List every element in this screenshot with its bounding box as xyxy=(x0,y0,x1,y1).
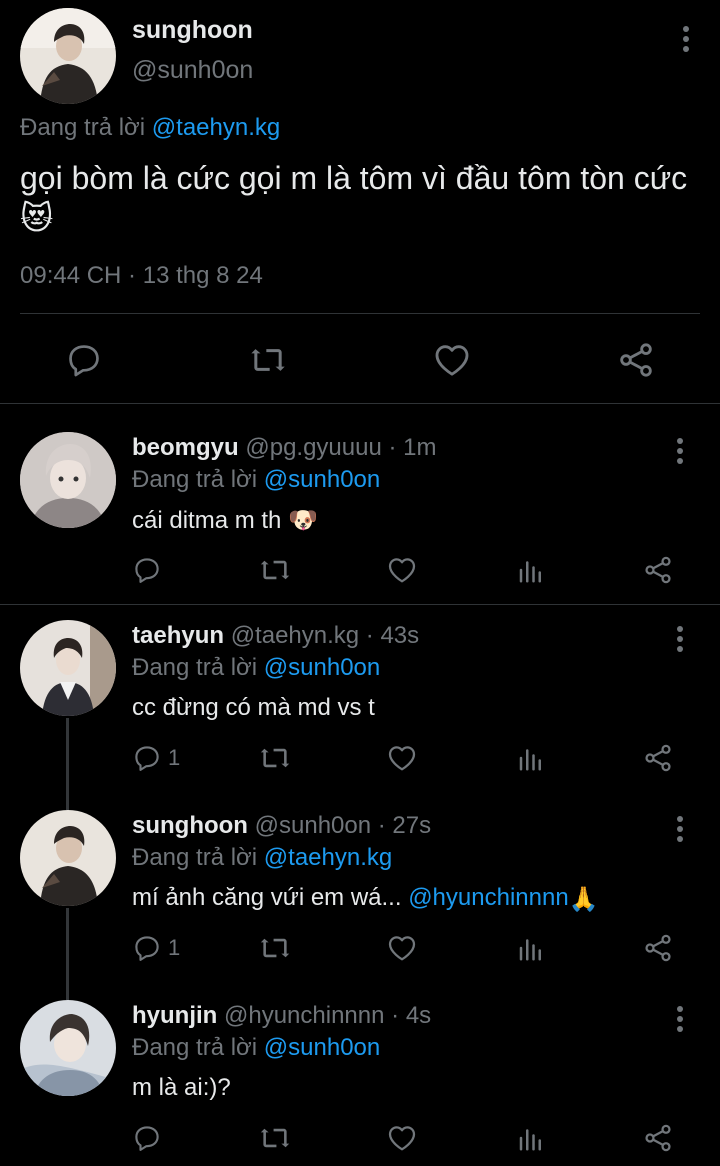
tweet-timestamp[interactable]: 09:44 CH · 13 thg 8 24 xyxy=(20,262,263,290)
reply-time[interactable]: · 4s xyxy=(391,1002,431,1029)
retweet-icon[interactable] xyxy=(258,740,292,776)
more-options-icon[interactable] xyxy=(676,626,684,652)
like-icon[interactable] xyxy=(386,1120,418,1156)
reply-header: taehyun @taehyn.kg · 43s xyxy=(132,622,419,650)
reply-time[interactable]: · 1m xyxy=(389,434,437,461)
avatar[interactable] xyxy=(20,8,116,104)
author-handle[interactable]: @pg.gyuuuu xyxy=(245,434,381,461)
author-handle[interactable]: @sunh0on xyxy=(132,56,253,85)
replying-to-link[interactable]: @taehyn.kg xyxy=(152,114,280,141)
reply-text: cc đừng có mà md vs t xyxy=(132,694,375,721)
reply-text: cái ditma m th 🐶 xyxy=(132,507,318,534)
avatar[interactable] xyxy=(20,432,116,528)
like-icon[interactable] xyxy=(430,338,474,382)
reply-text-body: mí ảnh căng vứi em wá... xyxy=(132,884,402,911)
like-icon[interactable] xyxy=(386,552,418,588)
author-name[interactable]: beomgyu xyxy=(132,434,239,461)
more-options-icon[interactable] xyxy=(676,1006,684,1032)
replying-to-link[interactable]: @sunh0on xyxy=(264,466,380,493)
replying-to: Đang trả lời @taehyn.kg xyxy=(20,114,280,142)
avatar-photo-hyunjin xyxy=(20,1000,116,1096)
retweet-icon[interactable] xyxy=(258,930,292,966)
replying-to-link[interactable]: @sunh0on xyxy=(264,654,380,681)
avatar[interactable] xyxy=(20,810,116,906)
reply-time[interactable]: · 43s xyxy=(366,622,419,649)
share-icon[interactable] xyxy=(614,338,658,382)
avatar-photo-beomgyu xyxy=(20,432,116,528)
more-options-icon[interactable] xyxy=(682,26,690,52)
replying-to: Đang trả lời @taehyn.kg xyxy=(132,844,392,872)
author-handle[interactable]: @taehyn.kg xyxy=(231,622,359,649)
reply-header: hyunjin @hyunchinnnn · 4s xyxy=(132,1002,431,1030)
replying-to-link[interactable]: @taehyn.kg xyxy=(264,844,392,871)
reply-icon[interactable]: 1 xyxy=(132,740,180,776)
more-options-icon[interactable] xyxy=(676,438,684,464)
avatar-photo-taehyun xyxy=(20,620,116,716)
retweet-icon[interactable] xyxy=(258,1120,292,1156)
reply-header: sunghoon @sunh0on · 27s xyxy=(132,812,431,840)
like-icon[interactable] xyxy=(386,740,418,776)
tweet-text: gọi bòm là cức gọi m là tôm vì đầu tôm t… xyxy=(20,160,688,236)
replying-prefix: Đang trả lời xyxy=(20,114,146,141)
retweet-icon[interactable] xyxy=(258,552,292,588)
stats-icon[interactable] xyxy=(516,740,546,776)
replying-prefix: Đang trả lời xyxy=(132,844,258,871)
replying-to: Đang trả lời @sunh0on xyxy=(132,654,380,682)
share-icon[interactable] xyxy=(642,1120,674,1156)
divider xyxy=(20,313,700,314)
reply-count: 1 xyxy=(168,935,181,960)
replying-prefix: Đang trả lời xyxy=(132,466,258,493)
author-name[interactable]: sunghoon xyxy=(132,812,248,839)
divider xyxy=(0,604,720,605)
replying-to: Đang trả lời @sunh0on xyxy=(132,466,380,494)
praying-hands-emoji: 🙏 xyxy=(568,886,599,913)
reply-tweet[interactable]: hyunjin @hyunchinnnn · 4s Đang trả lời @… xyxy=(0,1000,720,1166)
replying-to-link[interactable]: @sunh0on xyxy=(264,1034,380,1061)
reply-icon[interactable]: 1 xyxy=(132,930,180,966)
share-icon[interactable] xyxy=(642,740,674,776)
author-name[interactable]: taehyun xyxy=(132,622,224,649)
share-icon[interactable] xyxy=(642,552,674,588)
author-name[interactable]: hyunjin xyxy=(132,1002,217,1029)
reply-text: mí ảnh căng vứi em wá... @hyunchinnnn🙏 xyxy=(132,884,599,912)
more-options-icon[interactable] xyxy=(676,816,684,842)
author-handle[interactable]: @hyunchinnnn xyxy=(224,1002,384,1029)
stats-icon[interactable] xyxy=(516,930,546,966)
replying-prefix: Đang trả lời xyxy=(132,654,258,681)
replying-to: Đang trả lời @sunh0on xyxy=(132,1034,380,1062)
avatar[interactable] xyxy=(20,620,116,716)
share-icon[interactable] xyxy=(642,930,674,966)
retweet-icon[interactable] xyxy=(246,338,290,382)
reply-tweet[interactable]: beomgyu @pg.gyuuuu · 1m Đang trả lời @su… xyxy=(0,432,720,604)
stats-icon[interactable] xyxy=(516,552,546,588)
reply-time[interactable]: · 27s xyxy=(378,812,431,839)
author-name[interactable]: sunghoon xyxy=(132,16,253,45)
reply-count: 1 xyxy=(168,745,181,770)
reply-text: m là ai:)? xyxy=(132,1074,231,1101)
avatar-photo-sunghoon xyxy=(20,810,116,906)
like-icon[interactable] xyxy=(386,930,418,966)
author-handle[interactable]: @sunh0on xyxy=(255,812,371,839)
main-tweet[interactable]: sunghoon @sunh0on Đang trả lời @taehyn.k… xyxy=(0,0,720,404)
reply-icon[interactable] xyxy=(132,552,168,588)
stats-icon[interactable] xyxy=(516,1120,546,1156)
reply-tweet[interactable]: sunghoon @sunh0on · 27s Đang trả lời @ta… xyxy=(0,810,720,982)
reply-tweet[interactable]: taehyun @taehyn.kg · 43s Đang trả lời @s… xyxy=(0,620,720,792)
reply-icon[interactable] xyxy=(62,338,106,382)
mention-link[interactable]: @hyunchinnnn xyxy=(408,884,568,911)
reply-header: beomgyu @pg.gyuuuu · 1m xyxy=(132,434,437,462)
reply-icon[interactable] xyxy=(132,1120,168,1156)
replying-prefix: Đang trả lời xyxy=(132,1034,258,1061)
avatar-photo-sunghoon xyxy=(20,8,116,104)
avatar[interactable] xyxy=(20,1000,116,1096)
